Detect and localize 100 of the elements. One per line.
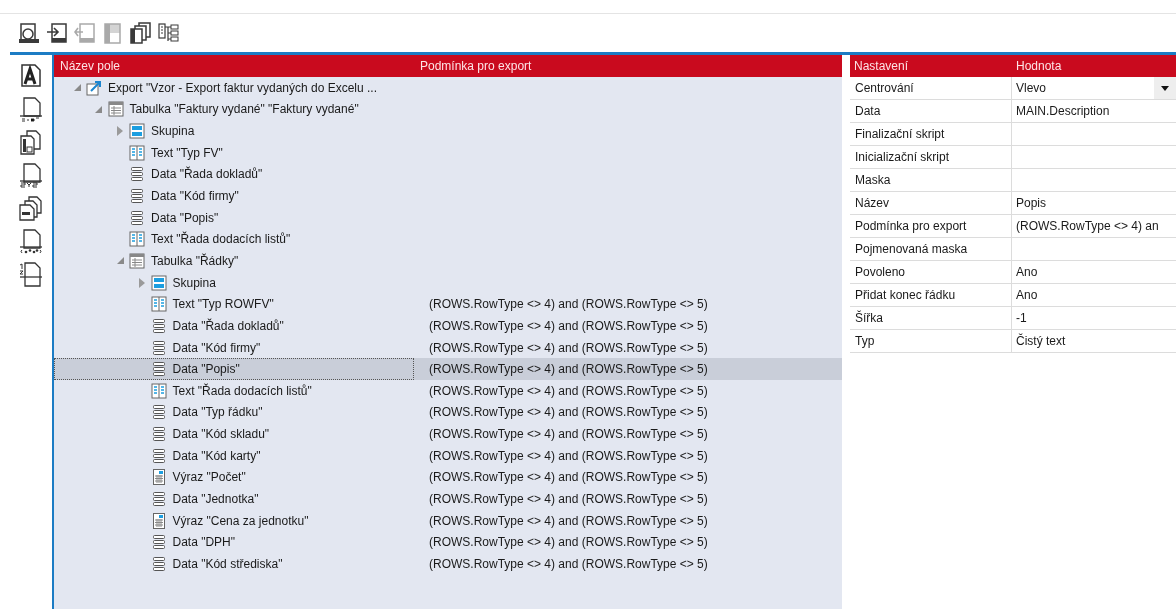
field-name: Skupina: [151, 123, 195, 141]
tree-row[interactable]: Data "Kód karty" (ROWS.RowType <> 4) and (ROWS.RowType <> 5): [54, 444, 842, 467]
column-header[interactable]: Název pole: [54, 57, 414, 75]
dropdown-field[interactable]: Vlevo: [1012, 77, 1176, 99]
field-name: Data "DPH": [172, 534, 236, 552]
tree-row[interactable]: Skupina: [54, 271, 842, 294]
variable-page-icon[interactable]: [18, 228, 44, 255]
columns-icon: [129, 144, 145, 161]
calculator-icon: [152, 512, 165, 529]
field-name: Data "Popis": [151, 209, 219, 227]
export-condition: (ROWS.RowType <> 4) and (ROWS.RowType <> 5): [428, 361, 708, 379]
stacked-bars-icon: [151, 534, 166, 551]
field-name: Data "Kód střediska": [172, 555, 283, 573]
import-icon[interactable]: [46, 22, 68, 44]
tree-row[interactable]: Data "Popis" (ROWS.RowType <> 4) and (ROWS.RowType <> 5): [54, 358, 842, 380]
tree-row[interactable]: Data "Popis": [54, 206, 842, 229]
tree-row[interactable]: Data "Kód skladu" (ROWS.RowType <> 4) and (ROWS.RowType <> 5): [54, 423, 842, 445]
report-icon[interactable]: [18, 22, 40, 44]
columns-icon: [150, 382, 167, 399]
stacked-bars-icon: [151, 404, 166, 421]
column-header[interactable]: Hodnota: [1012, 57, 1062, 75]
tree-row[interactable]: Text "Řada dodacích listů": [54, 228, 842, 251]
letter-a-page-icon[interactable]: [18, 63, 44, 90]
tree-row[interactable]: Text "Řada dodacích listů" (ROWS.RowType <> 4) and (ROWS.RowType <> 5): [54, 379, 842, 402]
stacked-bars-icon: [130, 166, 144, 183]
export-condition: (ROWS.RowType <> 4) and (ROWS.RowType <> 5): [428, 534, 708, 552]
field-name: Text "Typ FV": [151, 144, 223, 162]
stacked-bars-icon: [151, 339, 166, 356]
export-condition: (ROWS.RowType <> 4) and (ROWS.RowType <> 5): [428, 447, 708, 465]
export-condition: (ROWS.RowType <> 4) and (ROWS.RowType <> 5): [428, 555, 708, 573]
field-name: Data "Kód karty": [172, 447, 261, 465]
copy-pages-icon[interactable]: [130, 22, 152, 44]
property-value: -1: [1016, 310, 1028, 327]
property-value: Ano: [1016, 287, 1039, 304]
stacked-documents-icon[interactable]: [18, 195, 44, 222]
tree-row[interactable]: Text "Typ ROWFV" (ROWS.RowType <> 4) and (ROWS.RowType <> 5): [54, 293, 842, 316]
column-header[interactable]: Nastavení: [850, 57, 1012, 75]
property-value: Popis: [1016, 195, 1048, 212]
tree-row[interactable]: Export "Vzor - Export faktur vydaných do Excelu ...: [54, 77, 842, 99]
field-name: Tabulka "Řádky": [151, 252, 239, 270]
columns-icon: [150, 296, 167, 313]
property-name: Typ: [850, 330, 1012, 352]
table-icon: [107, 101, 124, 118]
field-name: Data "Typ řádku": [172, 404, 263, 422]
dropdown-button[interactable]: [1154, 77, 1176, 99]
tree-row[interactable]: Data "Kód firmy": [54, 185, 842, 207]
stacked-bars-icon: [151, 361, 166, 378]
stacked-bars-icon: [130, 209, 144, 226]
expanded-arrow-icon[interactable]: [95, 105, 102, 113]
group-icon: [129, 123, 145, 140]
field-name: Text "Typ ROWFV": [172, 296, 274, 314]
stacked-bars-icon: [151, 447, 166, 464]
calculator-icon: [152, 469, 165, 486]
field-name: Tabulka "Faktury vydané" "Faktury vydané": [129, 101, 359, 119]
tree-row[interactable]: Data "Kód střediska" (ROWS.RowType <> 4) and (ROWS.RowType <> 5): [54, 553, 842, 575]
stacked-bars-icon: [151, 426, 166, 443]
tree-row[interactable]: Data "DPH" (ROWS.RowType <> 4) and (ROWS.RowType <> 5): [54, 531, 842, 554]
table-icon: [129, 252, 145, 269]
documents-icon[interactable]: [18, 129, 44, 156]
export-condition: (ROWS.RowType <> 4) and (ROWS.RowType <> 5): [428, 404, 708, 422]
field-name: Export "Vzor - Export faktur vydaných do Excelu ...: [108, 79, 378, 97]
export-condition: (ROWS.RowType <> 4) and (ROWS.RowType <> 5): [428, 491, 708, 508]
tree-row[interactable]: Data "Řada dokladů" (ROWS.RowType <> 4) and (ROWS.RowType <> 5): [54, 315, 842, 337]
field-name: Data "Řada dokladů": [172, 317, 284, 335]
tree-row[interactable]: Data "Jednotka" (ROWS.RowType <> 4) and (ROWS.RowType <> 5): [54, 488, 842, 510]
tree-row[interactable]: Skupina: [54, 120, 842, 142]
property-value: MAIN.Description: [1016, 103, 1111, 120]
expanded-arrow-icon[interactable]: [73, 84, 81, 92]
tree-row[interactable]: Tabulka "Faktury vydané" "Faktury vydané": [54, 98, 842, 121]
tree-row[interactable]: Data "Řada dokladů": [54, 163, 842, 186]
tree-row[interactable]: Data "Typ řádku" (ROWS.RowType <> 4) and (ROWS.RowType <> 5): [54, 401, 842, 424]
tree-row[interactable]: Text "Typ FV": [54, 141, 842, 164]
field-name: Data "Kód skladu": [172, 426, 270, 444]
formula-page-icon[interactable]: [18, 96, 44, 123]
system-page-icon[interactable]: [18, 162, 44, 189]
field-name: Data "Popis": [172, 361, 240, 379]
property-name: Pojmenovaná maska: [850, 238, 1012, 260]
field-name: Data "Řada dokladů": [151, 165, 263, 184]
field-name: Data "Kód firmy": [172, 339, 261, 357]
numbered-page-icon[interactable]: [18, 261, 44, 288]
tree-row[interactable]: Výraz "Cena za jednotku" (ROWS.RowType <> 4) and (ROWS.RowType <> 5): [54, 509, 842, 532]
columns-icon: [129, 231, 145, 248]
property-value: Ano: [1016, 264, 1039, 281]
field-name: Text "Řada dodacích listů": [151, 230, 291, 249]
field-name: Výraz "Cena za jednotku": [172, 512, 309, 530]
expanded-arrow-icon[interactable]: [116, 257, 124, 265]
property-value: (ROWS.RowType <> 4) an: [1016, 218, 1160, 235]
stacked-bars-icon: [151, 317, 166, 334]
export-condition: (ROWS.RowType <> 4) and (ROWS.RowType <> 5): [428, 296, 708, 314]
property-name: Data: [850, 100, 1012, 122]
tree-row[interactable]: Data "Kód firmy" (ROWS.RowType <> 4) and (ROWS.RowType <> 5): [54, 336, 842, 359]
tree-structure-icon[interactable]: [158, 22, 180, 44]
export-condition: (ROWS.RowType <> 4) and (ROWS.RowType <> 5): [428, 382, 708, 400]
export-condition: (ROWS.RowType <> 4) and (ROWS.RowType <> 5): [428, 317, 708, 335]
tree-row[interactable]: Výraz "Počet" (ROWS.RowType <> 4) and (ROWS.RowType <> 5): [54, 466, 842, 489]
property-name: Maska: [850, 169, 1012, 191]
property-name: Název: [850, 192, 1012, 214]
column-header[interactable]: Podmínka pro export: [414, 57, 532, 75]
property-name: Povoleno: [850, 261, 1012, 283]
tree-row[interactable]: Tabulka "Řádky": [54, 250, 842, 272]
